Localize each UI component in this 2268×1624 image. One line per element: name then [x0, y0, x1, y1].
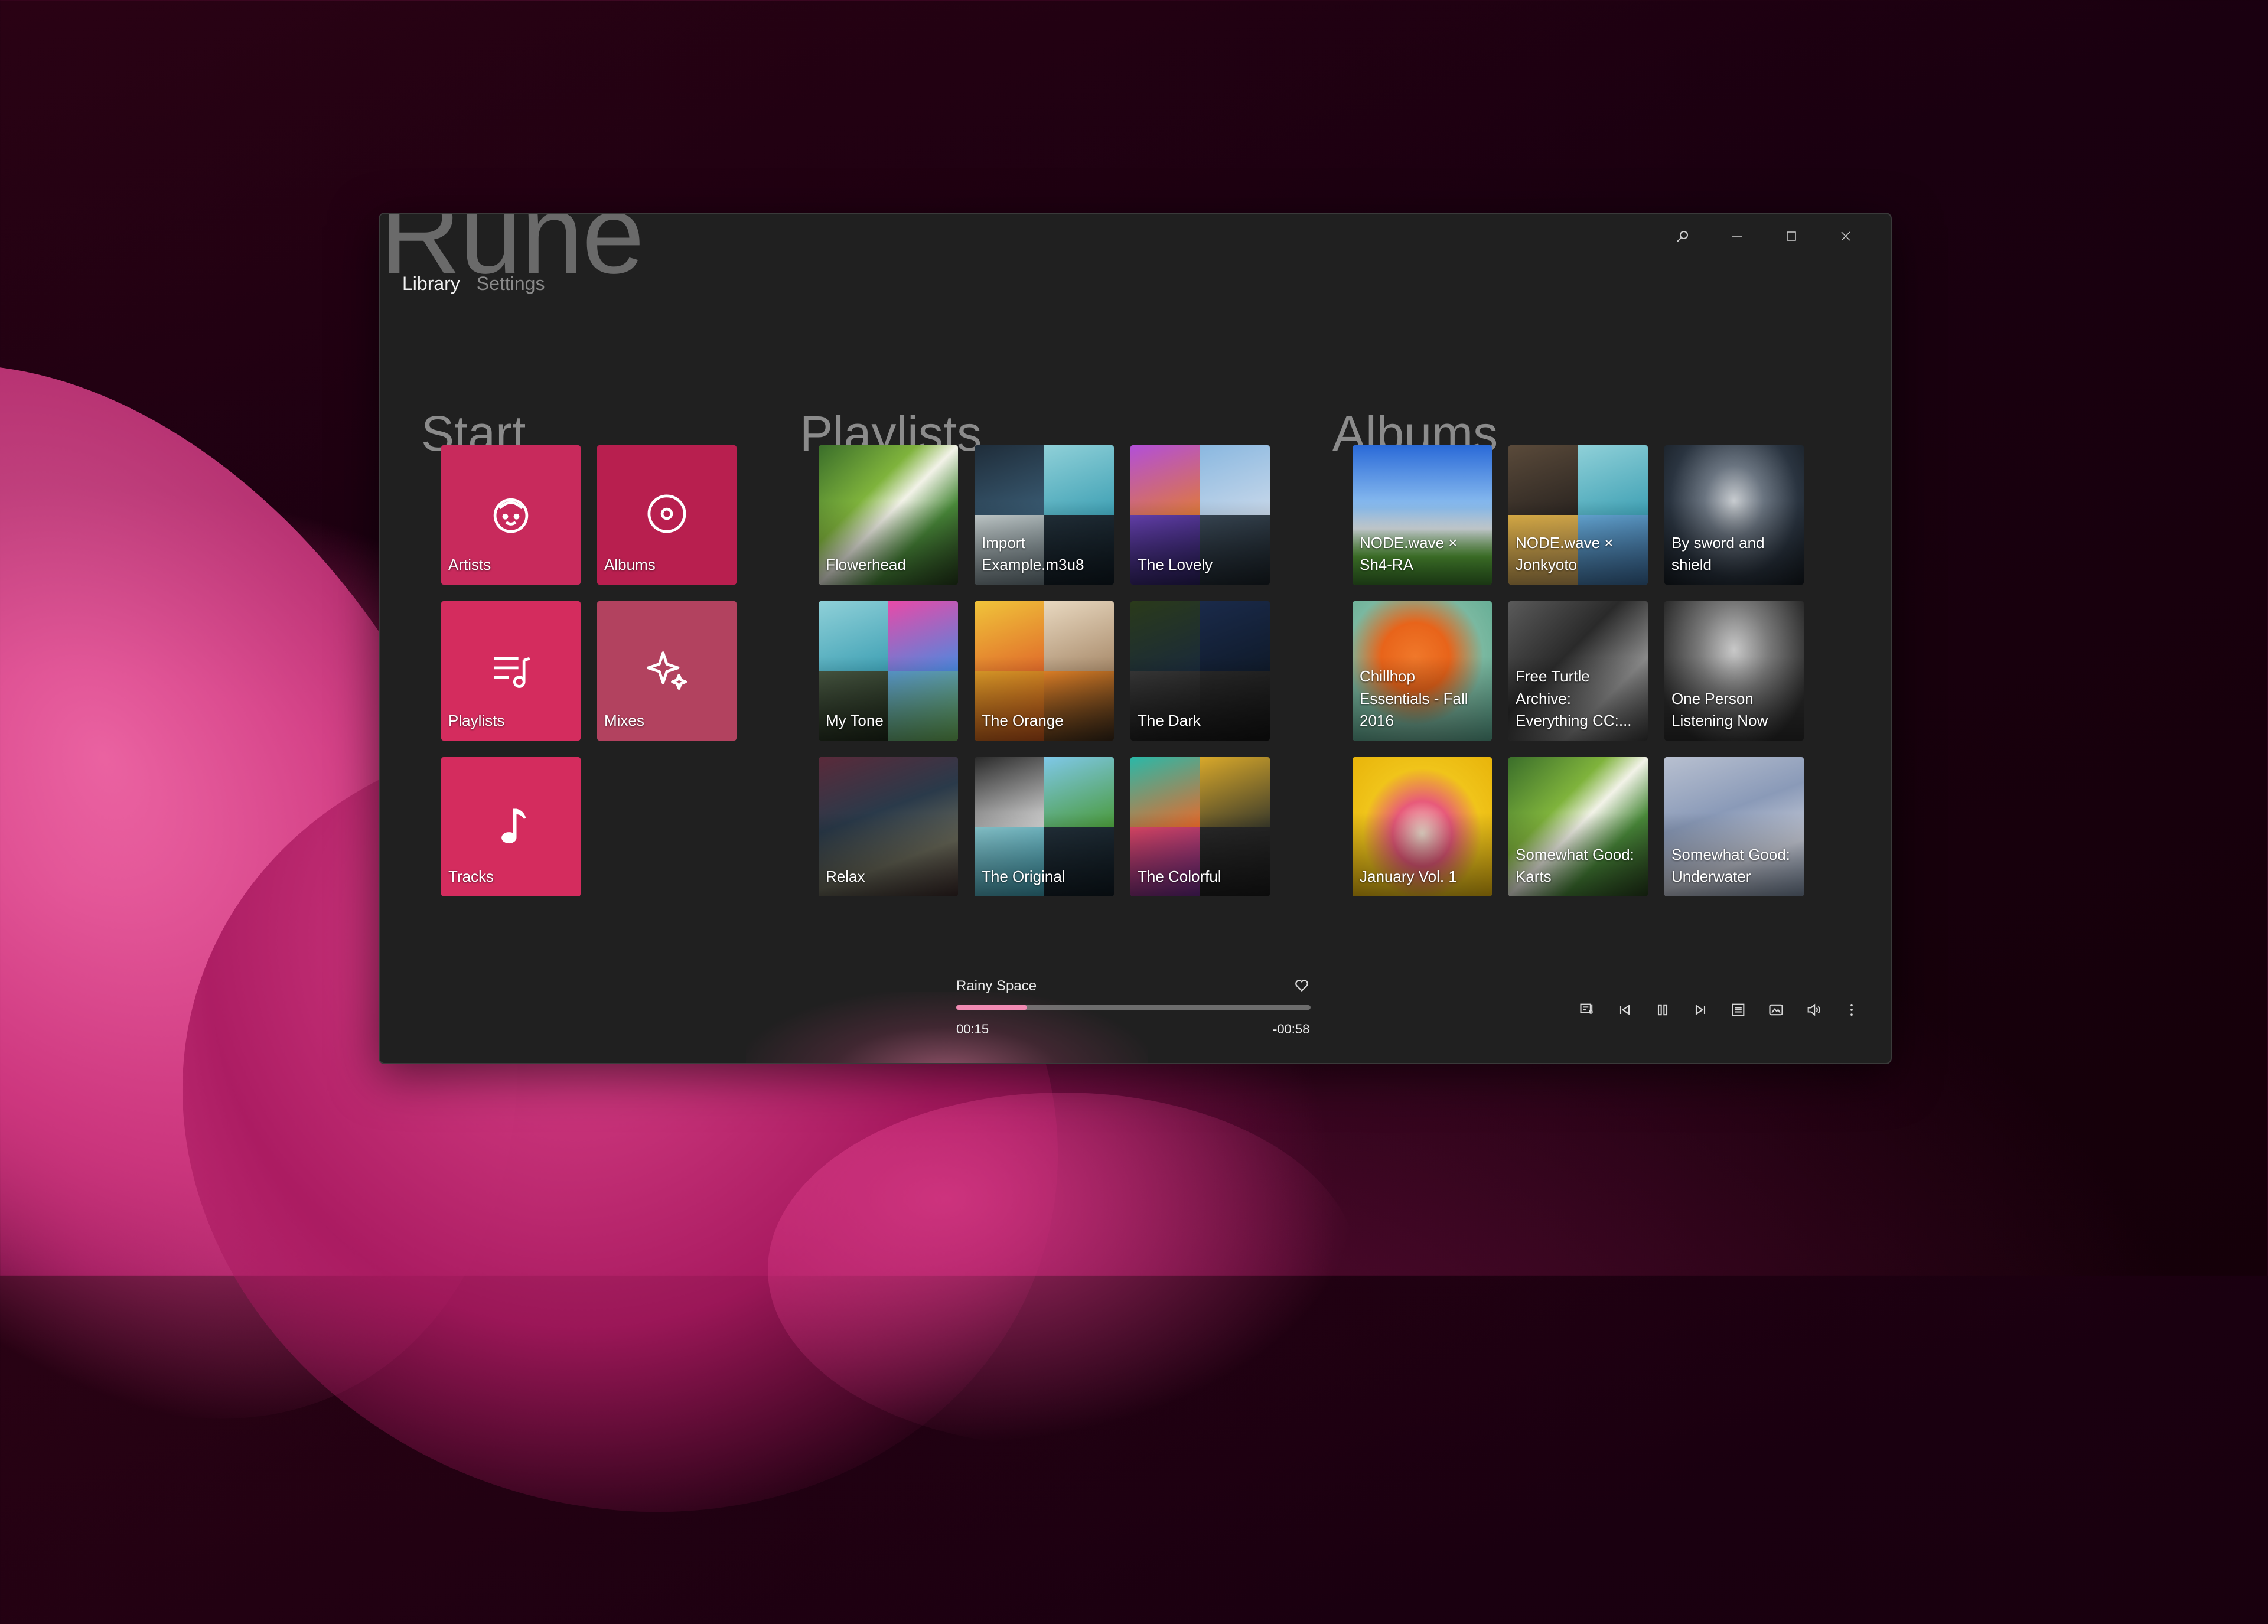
next-button[interactable]: [1682, 994, 1719, 1025]
face-icon: [493, 498, 529, 533]
now-playing-title: Rainy Space: [956, 978, 1037, 994]
playlist-tile[interactable]: Import Example.m3u8: [975, 445, 1114, 585]
playlist-label: Import Example.m3u8: [982, 533, 1084, 574]
queue-button[interactable]: [1719, 994, 1757, 1025]
maximize-button[interactable]: [1764, 220, 1819, 253]
playlist-label: The Orange: [982, 712, 1064, 730]
start-tile-label: Artists: [448, 556, 491, 574]
playlist-tile[interactable]: Relax: [819, 757, 958, 896]
start-tile-playlists[interactable]: Playlists: [441, 601, 581, 741]
next-icon: [1695, 1005, 1706, 1015]
album-label: January Vol. 1: [1360, 868, 1457, 886]
album-tile[interactable]: By sword and shield: [1664, 445, 1804, 585]
minimize-icon: [1732, 236, 1742, 237]
playlist-tile[interactable]: Flowerhead: [819, 445, 958, 585]
start-tile-albums[interactable]: Albums: [597, 445, 737, 585]
pause-icon: [1657, 1004, 1668, 1016]
sparkle-icon: [646, 651, 687, 690]
start-tile-label: Tracks: [448, 868, 494, 886]
album-tile[interactable]: NODE.wave × Jonkyoto: [1508, 445, 1648, 585]
close-button[interactable]: [1819, 220, 1873, 253]
player-controls: [1568, 994, 1871, 1025]
playlist-tile[interactable]: The Colorful: [1130, 757, 1270, 896]
visualizer-glow: [746, 992, 1148, 1063]
start-tile-artists[interactable]: Artists: [441, 445, 581, 585]
close-icon: [1841, 231, 1850, 241]
album-label: One Person Listening Now: [1671, 689, 1768, 730]
playlist-label: Flowerhead: [826, 556, 906, 574]
album-label: Free Turtle Archive: Everything CC:...: [1516, 667, 1632, 730]
playlist-label: The Dark: [1138, 712, 1201, 730]
playlist-tile[interactable]: The Dark: [1130, 601, 1270, 741]
more-icon: [1850, 1003, 1853, 1016]
album-label: Chillhop Essentials - Fall 2016: [1360, 667, 1468, 730]
progress-bar[interactable]: [956, 1005, 1311, 1010]
remaining-time: -00:58: [1273, 1022, 1310, 1036]
elapsed-time: 00:15: [956, 1022, 989, 1036]
maximize-icon: [1787, 231, 1796, 241]
previous-button[interactable]: [1606, 994, 1644, 1025]
start-tile-label: Mixes: [604, 712, 644, 730]
player-bar: Rainy Space 00:15 -00:58: [380, 974, 1891, 1063]
playlist-icon: [494, 657, 530, 688]
playlist-label: Relax: [826, 868, 865, 886]
playlist-tile[interactable]: The Original: [975, 757, 1114, 896]
album-tile[interactable]: January Vol. 1: [1353, 757, 1492, 896]
progress-fill: [956, 1005, 1027, 1010]
search-icon: [1677, 231, 1688, 242]
start-tile-tracks[interactable]: Tracks: [441, 757, 581, 896]
playlist-label: My Tone: [826, 712, 884, 730]
playlist-label: The Original: [982, 868, 1065, 886]
heart-icon: [1295, 980, 1308, 992]
volume-icon: [1807, 1003, 1820, 1016]
album-label: By sword and shield: [1671, 533, 1765, 574]
pause-button[interactable]: [1644, 994, 1682, 1025]
playlist-tile[interactable]: The Orange: [975, 601, 1114, 741]
music-note-icon: [501, 808, 526, 844]
disc-icon: [647, 494, 686, 533]
previous-icon: [1619, 1005, 1630, 1015]
queue-icon: [1732, 1003, 1745, 1016]
tab-library[interactable]: Library: [402, 273, 460, 295]
more-button[interactable]: [1833, 994, 1871, 1025]
album-tile[interactable]: Free Turtle Archive: Everything CC:...: [1508, 601, 1648, 741]
wallpaper-petal: [768, 1093, 1358, 1447]
album-tile[interactable]: Chillhop Essentials - Fall 2016: [1353, 601, 1492, 741]
album-label: Somewhat Good: Underwater: [1671, 845, 1790, 886]
playlist-tile[interactable]: The Lovely: [1130, 445, 1270, 585]
cover-art-icon: [1769, 1004, 1783, 1016]
volume-button[interactable]: [1795, 994, 1833, 1025]
album-tile[interactable]: Somewhat Good: Underwater: [1664, 757, 1804, 896]
album-tile[interactable]: One Person Listening Now: [1664, 601, 1804, 741]
minimize-button[interactable]: [1710, 220, 1764, 253]
album-label: NODE.wave × Sh4-RA: [1360, 533, 1458, 574]
app-window: Rune Library Settings Start Playlists Al…: [379, 213, 1892, 1064]
titlebar-controls: [1656, 220, 1873, 253]
lyrics-button[interactable]: [1568, 994, 1606, 1025]
nav-tabs: Library Settings: [402, 273, 545, 295]
like-button[interactable]: [1294, 978, 1309, 996]
album-label: NODE.wave × Jonkyoto: [1516, 533, 1614, 574]
album-tile[interactable]: Somewhat Good: Karts: [1508, 757, 1648, 896]
album-label: Somewhat Good: Karts: [1516, 845, 1634, 886]
album-tile[interactable]: NODE.wave × Sh4-RA: [1353, 445, 1492, 585]
playlist-label: The Lovely: [1138, 556, 1213, 574]
lyrics-icon: [1580, 1003, 1593, 1014]
start-tile-label: Playlists: [448, 712, 505, 730]
cover-art-button[interactable]: [1757, 994, 1795, 1025]
playlist-label: The Colorful: [1138, 868, 1221, 886]
start-tile-label: Albums: [604, 556, 656, 574]
search-button[interactable]: [1656, 220, 1710, 253]
start-tile-mixes[interactable]: Mixes: [597, 601, 737, 741]
tab-settings[interactable]: Settings: [477, 273, 545, 295]
playlist-tile[interactable]: My Tone: [819, 601, 958, 741]
